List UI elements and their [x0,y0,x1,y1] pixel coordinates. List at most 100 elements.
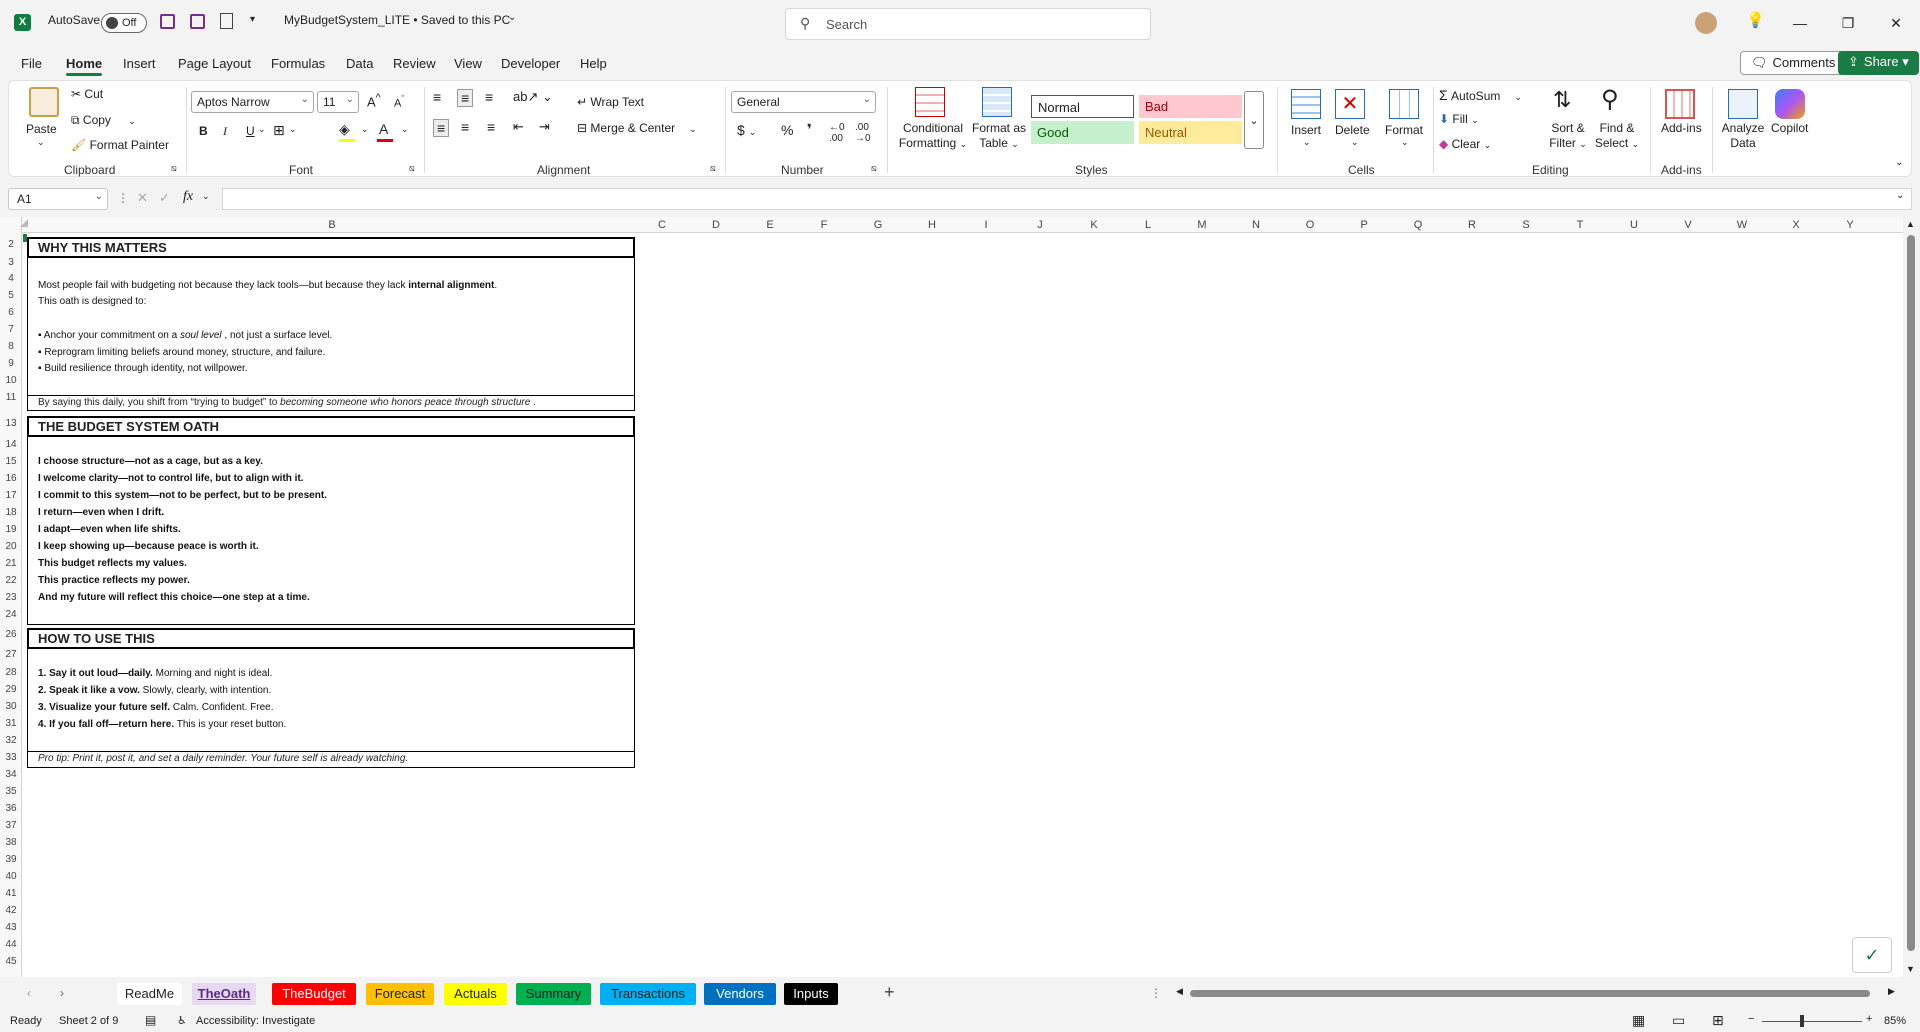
tab-scroll-left-icon[interactable]: ‹ [27,986,31,1000]
why-bullet-1[interactable]: ▪ Anchor your commitment on a soul level… [38,330,332,341]
save-icon[interactable] [160,14,175,29]
sort-filter-button[interactable]: Sort & Filter ⌄ [1545,121,1591,152]
row-header[interactable]: 13 [0,418,22,429]
increase-indent-icon[interactable]: ⇥ [539,119,550,135]
row-header[interactable]: 9 [0,358,22,369]
number-format-select[interactable]: General ⌄ [731,91,876,113]
column-header[interactable]: E [743,217,797,233]
lightbulb-icon[interactable]: 💡 [1746,11,1765,29]
autosum-button[interactable]: Σ AutoSum ⌄ [1439,87,1522,103]
row-header[interactable]: 27 [0,649,22,660]
row-header[interactable]: 43 [0,922,22,933]
row-header[interactable]: 14 [0,439,22,450]
column-header[interactable]: T [1553,217,1607,233]
delete-cells-icon[interactable]: ✕ [1335,89,1365,119]
customize-qat-icon[interactable]: ▾ [250,14,255,25]
sheet-tab-readme[interactable]: ReadMe [117,983,182,1005]
row-header[interactable]: 35 [0,786,22,797]
save-as-icon[interactable] [190,14,205,29]
chevron-down-icon[interactable]: ⌄ [202,191,210,202]
row-header[interactable]: 42 [0,905,22,916]
accessibility-status[interactable]: Accessibility: Investigate [196,1015,315,1027]
paste-icon[interactable] [29,87,59,117]
row-header[interactable]: 15 [0,456,22,467]
column-header[interactable]: K [1067,217,1121,233]
merge-center-button[interactable]: ⊟ Merge & Center ⌄ [577,121,697,135]
why-line-2[interactable]: This oath is designed to: [38,296,146,307]
italic-icon[interactable]: I [223,124,227,139]
align-middle-icon[interactable]: ≡ [457,89,474,107]
tab-home[interactable]: Home [66,56,103,76]
comments-button[interactable]: 🗨 Comments [1740,51,1847,75]
scroll-left-icon[interactable]: ◀ [1176,986,1183,997]
tab-scroll-right-icon[interactable]: › [60,986,64,1000]
column-header[interactable]: R [1445,217,1499,233]
row-header[interactable]: 8 [0,341,22,352]
oath-line[interactable]: I choose structure—not as a cage, but as… [38,456,263,467]
vertical-scroll-thumb[interactable] [1907,235,1915,951]
howto-step[interactable]: 3. Visualize your future self. Calm. Con… [38,702,273,713]
column-header[interactable]: U [1607,217,1661,233]
autosave-toggle[interactable]: Off [101,13,147,33]
zoom-slider-thumb[interactable] [1800,1015,1804,1027]
font-name-select[interactable]: Aptos Narrow ⌄ [191,91,314,113]
dialog-launcher-icon[interactable]: ⧅ [871,163,877,174]
insert-function-button[interactable]: fx [183,189,193,205]
percent-icon[interactable]: % [781,122,793,138]
font-size-select[interactable]: 11 ⌄ [317,91,359,113]
column-header[interactable]: H [905,217,959,233]
paste-dropdown-icon[interactable]: ⌄ [37,137,45,148]
insert-cells-icon[interactable] [1291,89,1321,119]
fill-button[interactable]: ⬇ Fill ⌄ [1439,112,1479,126]
font-color-dropdown-icon[interactable]: ⌄ [401,124,409,135]
tab-view[interactable]: View [454,56,482,71]
column-header[interactable]: X [1769,217,1823,233]
dialog-launcher-icon[interactable]: ⧅ [171,163,177,174]
row-header[interactable]: 10 [0,375,22,386]
addins-icon[interactable] [1665,89,1695,119]
sort-filter-icon[interactable]: ⇅ [1553,87,1571,113]
oath-line[interactable]: I commit to this system—not to be perfec… [38,490,327,501]
tab-file[interactable]: File [21,56,42,71]
style-good[interactable]: Good [1031,121,1134,144]
formula-input[interactable] [222,188,1912,210]
new-document-icon[interactable] [220,13,233,29]
row-header[interactable]: 18 [0,507,22,518]
row-header[interactable]: 5 [0,290,22,301]
style-normal[interactable]: Normal [1031,95,1134,118]
row-header[interactable]: 16 [0,473,22,484]
column-header[interactable]: D [689,217,743,233]
vertical-scrollbar[interactable]: ▲ ▼ [1903,217,1920,977]
zoom-out-icon[interactable]: − [1748,1013,1754,1025]
addins-button[interactable]: Add-ins [1661,121,1702,135]
row-header[interactable]: 2 [0,239,22,250]
oath-line[interactable]: This budget reflects my values. [38,558,187,569]
copilot-icon[interactable] [1775,89,1805,119]
oath-line[interactable]: I keep showing up—because peace is worth… [38,541,259,552]
underline-icon[interactable]: U [246,124,255,138]
enter-icon[interactable]: ✓ [159,190,170,206]
conditional-formatting-button[interactable]: Conditional Formatting ⌄ [897,121,969,152]
avatar[interactable] [1695,12,1717,34]
cancel-icon[interactable]: ✕ [137,190,148,206]
find-select-button[interactable]: Find & Select ⌄ [1593,121,1641,152]
minimize-icon[interactable]: — [1780,10,1820,36]
align-center-icon[interactable]: ≡ [461,119,469,135]
clear-button[interactable]: ◆ Clear ⌄ [1439,137,1491,151]
align-bottom-icon[interactable]: ≡ [485,89,493,105]
why-this-matters-header[interactable]: WHY THIS MATTERS [27,237,635,258]
howto-step[interactable]: 2. Speak it like a vow. Slowly, clearly,… [38,685,271,696]
column-header[interactable]: B [28,217,636,233]
pro-tip-note[interactable]: Pro tip: Print it, post it, and set a da… [27,751,635,768]
why-note[interactable]: By saying this daily, you shift from “tr… [27,395,635,411]
column-header[interactable]: L [1121,217,1175,233]
collapse-ribbon-icon[interactable]: ⌄ [1895,157,1903,168]
row-header[interactable]: 17 [0,490,22,501]
fill-color-dropdown-icon[interactable]: ⌄ [361,124,369,135]
row-header[interactable]: 33 [0,752,22,763]
wrap-text-button[interactable]: ↵ Wrap Text [577,95,644,109]
restore-icon[interactable]: ❐ [1828,10,1868,36]
oath-line[interactable]: I welcome clarity—not to control life, b… [38,473,304,484]
row-header[interactable]: 3 [0,257,22,268]
conditional-formatting-icon[interactable] [915,87,945,117]
